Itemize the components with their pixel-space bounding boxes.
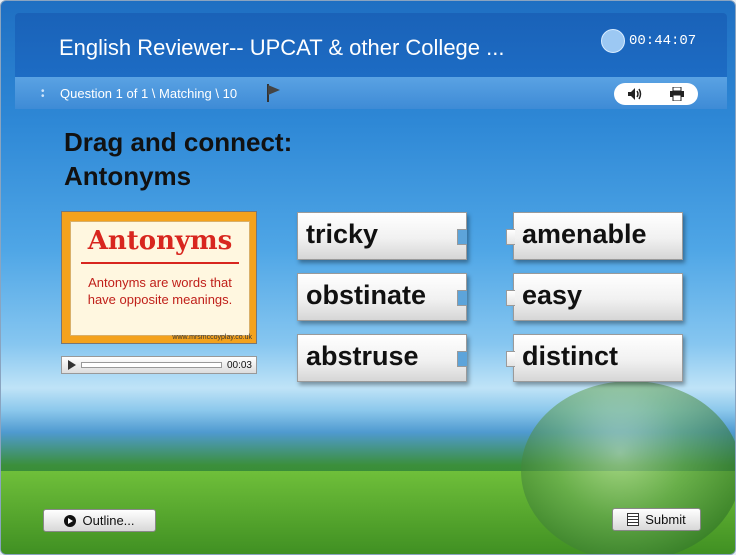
drag-item-label: tricky xyxy=(306,219,379,249)
speaker-icon[interactable] xyxy=(626,86,644,102)
outline-label: Outline... xyxy=(82,513,135,528)
timer: 00:44:07 xyxy=(601,29,696,53)
drop-target-label: amenable xyxy=(522,219,647,249)
drop-target-label: easy xyxy=(522,280,583,310)
image-divider xyxy=(81,262,239,264)
quiz-window: English Reviewer-- UPCAT & other College… xyxy=(0,0,736,555)
drop-target-right-3[interactable]: distinct xyxy=(506,334,683,382)
printer-icon[interactable] xyxy=(668,86,686,102)
clock-icon xyxy=(601,29,625,53)
submit-button[interactable]: Submit xyxy=(612,508,701,531)
drag-item-left-1[interactable]: tricky xyxy=(297,212,467,260)
play-circle-icon xyxy=(64,514,77,527)
drop-target-right-2[interactable]: easy xyxy=(506,273,683,321)
document-icon xyxy=(627,513,640,526)
drag-item-left-2[interactable]: obstinate xyxy=(297,273,467,321)
play-icon[interactable] xyxy=(68,360,76,370)
timer-value: 00:44:07 xyxy=(629,33,697,49)
outline-button[interactable]: Outline... xyxy=(43,509,156,532)
tool-buttons xyxy=(614,83,698,105)
flag-icon[interactable] xyxy=(265,83,281,103)
prompt-line-2: Antonyms xyxy=(64,161,192,191)
window-title: English Reviewer-- UPCAT & other College… xyxy=(59,35,505,60)
drop-target-label: distinct xyxy=(522,341,619,371)
drag-item-left-3[interactable]: abstruse xyxy=(297,334,467,382)
question-breadcrumb: Question 1 of 1 \ Matching \ 10 xyxy=(60,86,238,101)
question-prompt: Drag and connect: Antonyms xyxy=(64,125,292,193)
audio-player: 00:03 xyxy=(61,356,257,374)
image-panel: Antonyms Antonyms are words that have op… xyxy=(70,221,250,336)
image-footer: www.mrsmccoyplay.co.uk xyxy=(172,334,252,341)
grip-icon: • • xyxy=(41,86,45,102)
prompt-line-1: Drag and connect: xyxy=(64,127,293,157)
submit-label: Submit xyxy=(645,512,686,527)
drag-item-label: abstruse xyxy=(306,341,419,371)
seek-bar[interactable] xyxy=(81,362,222,368)
image-title: Antonyms xyxy=(87,226,233,256)
media-image: Antonyms Antonyms are words that have op… xyxy=(61,211,257,344)
drag-item-label: obstinate xyxy=(306,280,427,310)
drop-target-right-1[interactable]: amenable xyxy=(506,212,683,260)
player-time: 00:03 xyxy=(226,359,252,371)
image-caption: Antonyms are words that have opposite me… xyxy=(87,275,233,307)
